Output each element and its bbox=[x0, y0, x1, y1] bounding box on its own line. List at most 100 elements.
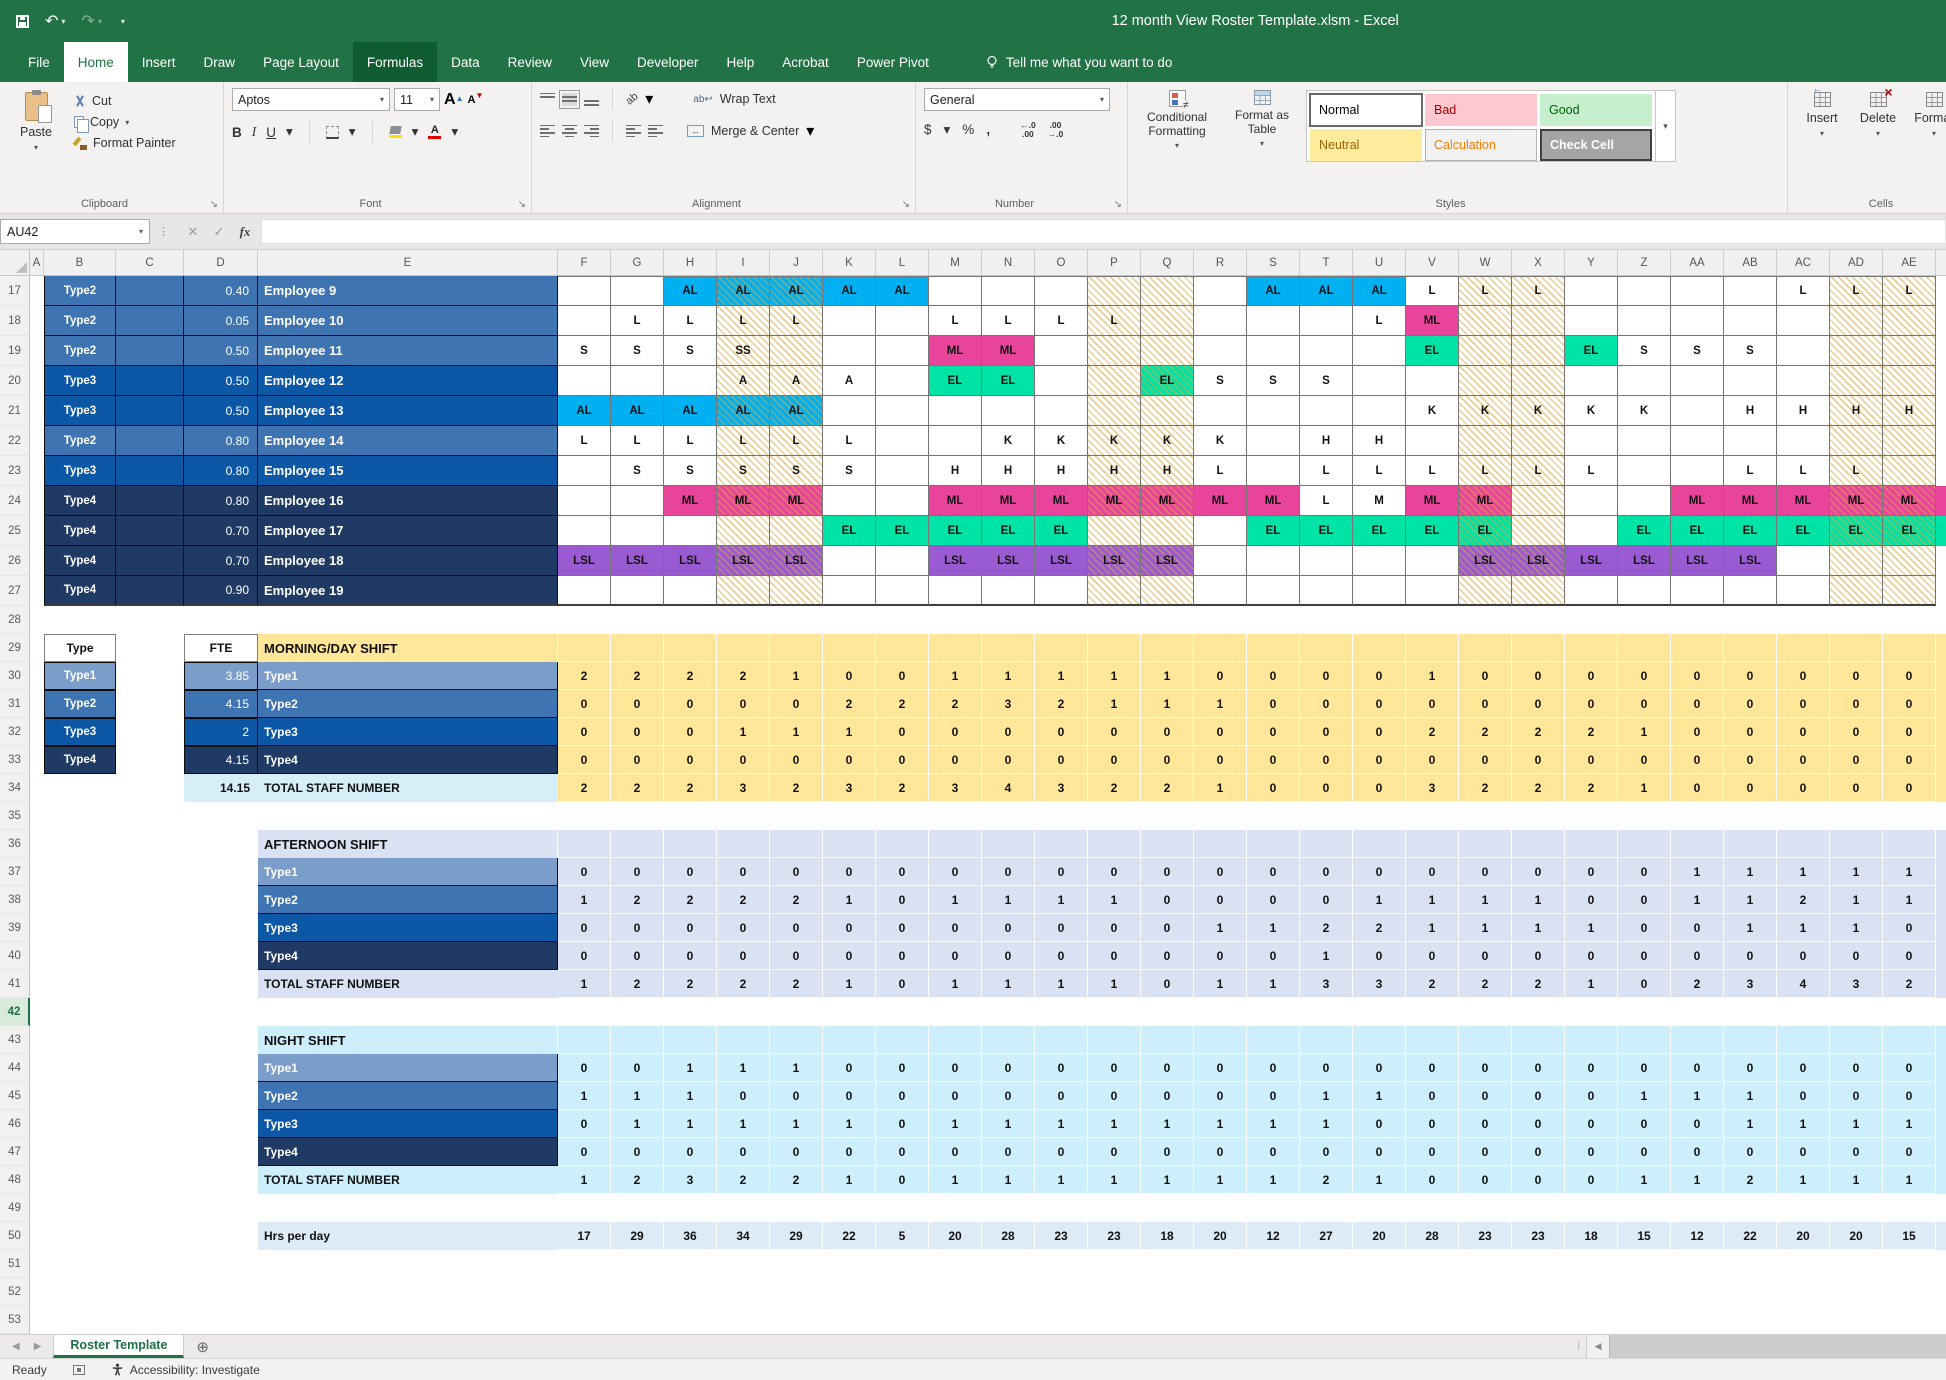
cell[interactable] bbox=[929, 830, 982, 858]
cell-AA25[interactable]: EL bbox=[1671, 516, 1724, 546]
cell-O19[interactable] bbox=[1035, 336, 1088, 366]
cell-R41[interactable]: 1 bbox=[1194, 970, 1247, 998]
cell[interactable] bbox=[1459, 634, 1512, 662]
cell-H41[interactable]: 2 bbox=[664, 970, 717, 998]
cell-T24[interactable]: L bbox=[1300, 486, 1353, 516]
insert-function-button[interactable]: fx bbox=[233, 224, 257, 240]
cell-AA27[interactable] bbox=[1671, 576, 1724, 606]
cell[interactable] bbox=[116, 456, 184, 486]
row-header-30[interactable]: 30 bbox=[0, 662, 30, 690]
cell-AD19[interactable] bbox=[1830, 336, 1883, 366]
cell-AC23[interactable]: L bbox=[1777, 456, 1830, 486]
cell-O45[interactable]: 0 bbox=[1035, 1082, 1088, 1110]
cell-S27[interactable] bbox=[1247, 576, 1300, 606]
next-sheet-button[interactable]: ▶ bbox=[34, 1341, 42, 1352]
cell-Y40[interactable]: 0 bbox=[1565, 942, 1618, 970]
cell-V41[interactable]: 2 bbox=[1406, 970, 1459, 998]
cell[interactable] bbox=[1406, 634, 1459, 662]
cell-Z31[interactable]: 0 bbox=[1618, 690, 1671, 718]
cell-AC50[interactable]: 20 bbox=[1777, 1222, 1830, 1250]
cell[interactable] bbox=[1194, 634, 1247, 662]
total-staff-label[interactable]: TOTAL STAFF NUMBER bbox=[258, 970, 558, 998]
cell-N21[interactable] bbox=[982, 396, 1035, 426]
cell-I48[interactable]: 2 bbox=[717, 1166, 770, 1194]
cell[interactable] bbox=[44, 1026, 116, 1054]
cell-AE33[interactable]: 0 bbox=[1883, 746, 1936, 774]
cell-L24[interactable] bbox=[876, 486, 929, 516]
cell-F47[interactable]: 0 bbox=[558, 1138, 611, 1166]
cell[interactable] bbox=[1512, 634, 1565, 662]
cell-V50[interactable]: 28 bbox=[1406, 1222, 1459, 1250]
type-fte-cell[interactable]: 2 bbox=[184, 718, 258, 746]
cell[interactable] bbox=[1777, 1026, 1830, 1054]
cell-T45[interactable]: 1 bbox=[1300, 1082, 1353, 1110]
cell-T33[interactable]: 0 bbox=[1300, 746, 1353, 774]
cell-Y22[interactable] bbox=[1565, 426, 1618, 456]
cell-I40[interactable]: 0 bbox=[717, 942, 770, 970]
cell[interactable] bbox=[1459, 1026, 1512, 1054]
cell-AA23[interactable] bbox=[1671, 456, 1724, 486]
cell[interactable] bbox=[1618, 634, 1671, 662]
column-header-A[interactable]: A bbox=[30, 250, 44, 275]
font-color-dropdown-icon[interactable]: ▾ bbox=[451, 124, 458, 140]
cell-O21[interactable] bbox=[1035, 396, 1088, 426]
cell[interactable] bbox=[1088, 1026, 1141, 1054]
cell[interactable] bbox=[1194, 1026, 1247, 1054]
cell[interactable] bbox=[876, 634, 929, 662]
cell-X27[interactable] bbox=[1512, 576, 1565, 606]
cell-Z25[interactable]: EL bbox=[1618, 516, 1671, 546]
cell-M21[interactable] bbox=[929, 396, 982, 426]
cell-S24[interactable]: ML bbox=[1247, 486, 1300, 516]
cell-P47[interactable]: 0 bbox=[1088, 1138, 1141, 1166]
cell-G34[interactable]: 2 bbox=[611, 774, 664, 802]
employee-fte-cell[interactable]: 0.40 bbox=[184, 276, 258, 306]
cell-AA18[interactable] bbox=[1671, 306, 1724, 336]
cell[interactable] bbox=[116, 1166, 184, 1194]
cell-L45[interactable]: 0 bbox=[876, 1082, 929, 1110]
cell-Z19[interactable]: S bbox=[1618, 336, 1671, 366]
row-header-24[interactable]: 24 bbox=[0, 486, 30, 516]
cell-K47[interactable]: 0 bbox=[823, 1138, 876, 1166]
gallery-more-button[interactable]: ▾ bbox=[1655, 91, 1675, 161]
cell-AE31[interactable]: 0 bbox=[1883, 690, 1936, 718]
cell-Z24[interactable] bbox=[1618, 486, 1671, 516]
cell-V32[interactable]: 2 bbox=[1406, 718, 1459, 746]
employee-name-cell[interactable]: Employee 11 bbox=[258, 336, 558, 366]
increase-decimal-button[interactable]: ←.0.00 bbox=[1020, 121, 1036, 138]
cell-V26[interactable] bbox=[1406, 546, 1459, 576]
cell-V25[interactable]: EL bbox=[1406, 516, 1459, 546]
type-fte-cell[interactable]: 4.15 bbox=[184, 746, 258, 774]
cell-X21[interactable]: K bbox=[1512, 396, 1565, 426]
cell-O24[interactable]: ML bbox=[1035, 486, 1088, 516]
cell-AD32[interactable]: 0 bbox=[1830, 718, 1883, 746]
cell-V19[interactable]: EL bbox=[1406, 336, 1459, 366]
cell-G38[interactable]: 2 bbox=[611, 886, 664, 914]
cell[interactable] bbox=[558, 830, 611, 858]
employee-name-cell[interactable]: Employee 17 bbox=[258, 516, 558, 546]
cell-Q20[interactable]: EL bbox=[1141, 366, 1194, 396]
cell-P46[interactable]: 1 bbox=[1088, 1110, 1141, 1138]
cell[interactable] bbox=[1035, 1026, 1088, 1054]
decrease-indent-button[interactable] bbox=[626, 125, 641, 138]
cell-AC41[interactable]: 4 bbox=[1777, 970, 1830, 998]
cell-H46[interactable]: 1 bbox=[664, 1110, 717, 1138]
section-type-label[interactable]: Type1 bbox=[258, 1054, 558, 1082]
cell-J48[interactable]: 2 bbox=[770, 1166, 823, 1194]
column-header-L[interactable]: L bbox=[876, 250, 929, 275]
cell-H45[interactable]: 1 bbox=[664, 1082, 717, 1110]
cell[interactable] bbox=[611, 1026, 664, 1054]
cell-H20[interactable] bbox=[664, 366, 717, 396]
cell[interactable] bbox=[1671, 1026, 1724, 1054]
cell-Y44[interactable]: 0 bbox=[1565, 1054, 1618, 1082]
cell-K27[interactable] bbox=[823, 576, 876, 606]
cell-I24[interactable]: ML bbox=[717, 486, 770, 516]
cell-AC37[interactable]: 1 bbox=[1777, 858, 1830, 886]
employee-name-cell[interactable]: Employee 13 bbox=[258, 396, 558, 426]
cell-Z48[interactable]: 1 bbox=[1618, 1166, 1671, 1194]
cell-J44[interactable]: 1 bbox=[770, 1054, 823, 1082]
cell-M32[interactable]: 0 bbox=[929, 718, 982, 746]
cell-X45[interactable]: 0 bbox=[1512, 1082, 1565, 1110]
cell-AA40[interactable]: 0 bbox=[1671, 942, 1724, 970]
cell-K44[interactable]: 0 bbox=[823, 1054, 876, 1082]
cell-I39[interactable]: 0 bbox=[717, 914, 770, 942]
